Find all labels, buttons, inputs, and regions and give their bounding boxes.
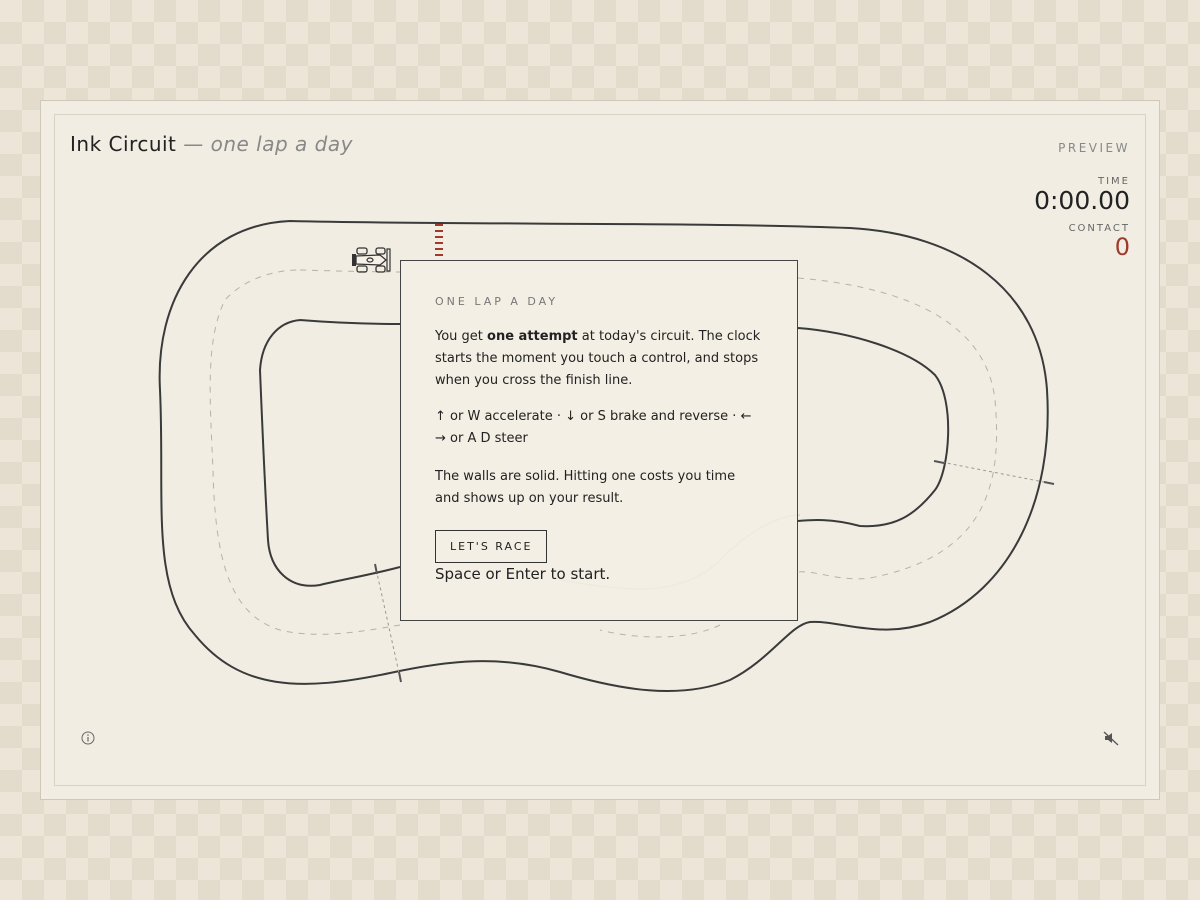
title-text: Ink Circuit <box>70 132 177 156</box>
preview-label: PREVIEW <box>1058 141 1130 155</box>
contact-value: 0 <box>1114 233 1130 261</box>
intro-dialog: ONE LAP A DAY You get one attempt at tod… <box>400 260 798 621</box>
sector-marker-left <box>374 563 402 683</box>
dialog-intro: You get one attempt at today's circuit. … <box>435 326 763 392</box>
game-title: Ink Circuit — one lap a day <box>70 132 353 156</box>
start-hint: Space or Enter to start. <box>435 565 611 583</box>
sector-marker-right <box>933 460 1055 485</box>
race-car-icon <box>352 247 391 273</box>
hud-panel: TIME 0:00.00 CONTACT 0 <box>1034 176 1130 260</box>
mute-icon[interactable] <box>1103 730 1119 746</box>
time-value: 0:00.00 <box>1034 186 1130 215</box>
dialog-heading: ONE LAP A DAY <box>435 295 559 308</box>
dialog-controls: ↑ or W accelerate · ↓ or S brake and rev… <box>435 409 752 446</box>
dialog-walls: The walls are solid. Hitting one costs y… <box>435 469 736 506</box>
info-icon[interactable] <box>81 731 95 745</box>
intro-text-bold: one attempt <box>487 329 578 344</box>
intro-text-pre: You get <box>435 329 488 344</box>
lets-race-button[interactable]: LET'S RACE <box>435 530 548 563</box>
title-subtitle: — one lap a day <box>183 132 353 156</box>
